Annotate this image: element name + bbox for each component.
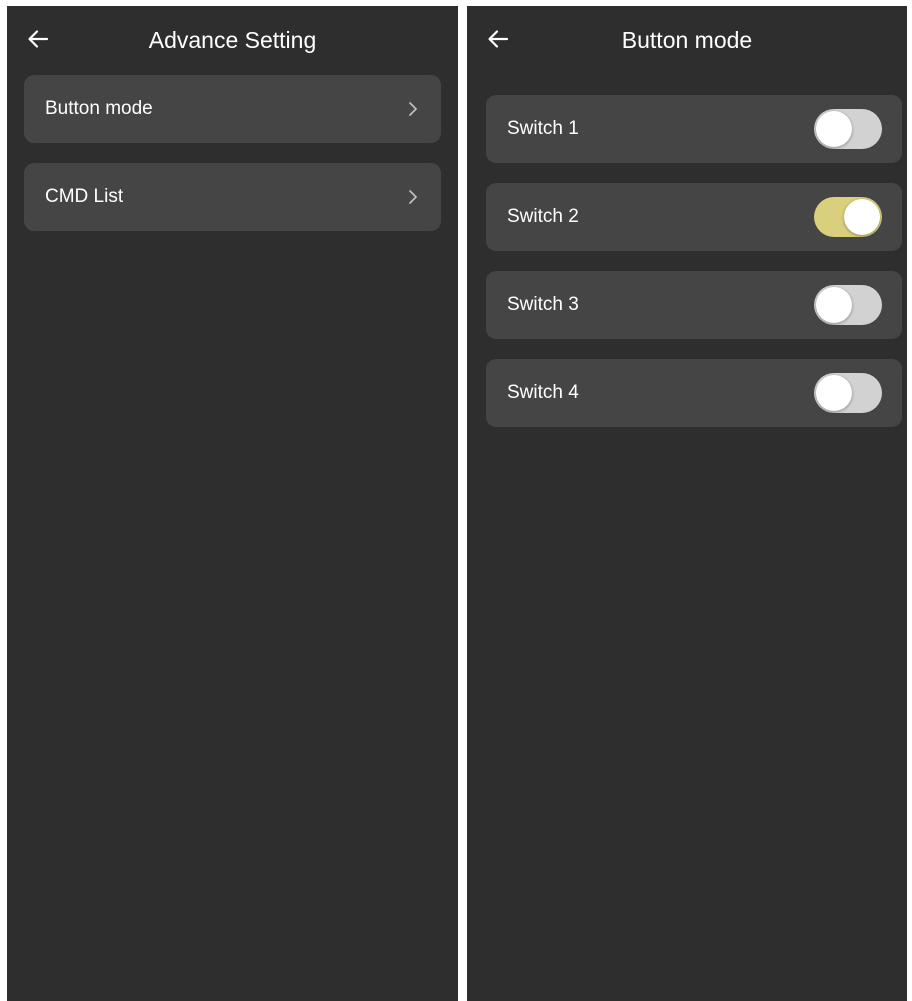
switch-label: Switch 4 [507, 382, 579, 403]
switch-label: Switch 3 [507, 294, 579, 315]
chevron-right-icon [406, 188, 420, 206]
button-mode-screen: Button mode Switch 1 Switch 2 Switch 3 S… [467, 6, 907, 1001]
toggle-knob [844, 199, 880, 235]
switch-label: Switch 2 [507, 206, 579, 227]
switch-row-1: Switch 1 [486, 95, 902, 163]
chevron-right-icon [406, 100, 420, 118]
page-title: Button mode [621, 27, 753, 53]
menu-item-label: CMD List [45, 186, 124, 207]
settings-list: Button mode CMD List [24, 75, 441, 251]
switch-row-3: Switch 3 [486, 271, 902, 339]
page-title: Advance Setting [148, 27, 317, 53]
arrow-left-icon [28, 30, 49, 48]
back-button[interactable] [21, 22, 55, 56]
back-button[interactable] [481, 22, 515, 56]
switch-list: Switch 1 Switch 2 Switch 3 Switch 4 [486, 95, 902, 447]
switch-3-toggle[interactable] [814, 285, 882, 325]
switch-row-4: Switch 4 [486, 359, 902, 427]
top-bar: Advance Setting [7, 6, 458, 70]
stage: Advance Setting Button mode CMD List But… [0, 0, 912, 1001]
switch-row-2: Switch 2 [486, 183, 902, 251]
arrow-left-icon [488, 30, 509, 48]
switch-1-toggle[interactable] [814, 109, 882, 149]
toggle-knob [816, 111, 852, 147]
menu-item-label: Button mode [45, 98, 153, 119]
switch-label: Switch 1 [507, 118, 579, 139]
menu-item-button-mode[interactable]: Button mode [24, 75, 441, 143]
advance-setting-screen: Advance Setting Button mode CMD List [7, 6, 458, 1001]
menu-item-cmd-list[interactable]: CMD List [24, 163, 441, 231]
toggle-knob [816, 375, 852, 411]
switch-2-toggle[interactable] [814, 197, 882, 237]
switch-4-toggle[interactable] [814, 373, 882, 413]
top-bar: Button mode [467, 6, 907, 70]
toggle-knob [816, 287, 852, 323]
